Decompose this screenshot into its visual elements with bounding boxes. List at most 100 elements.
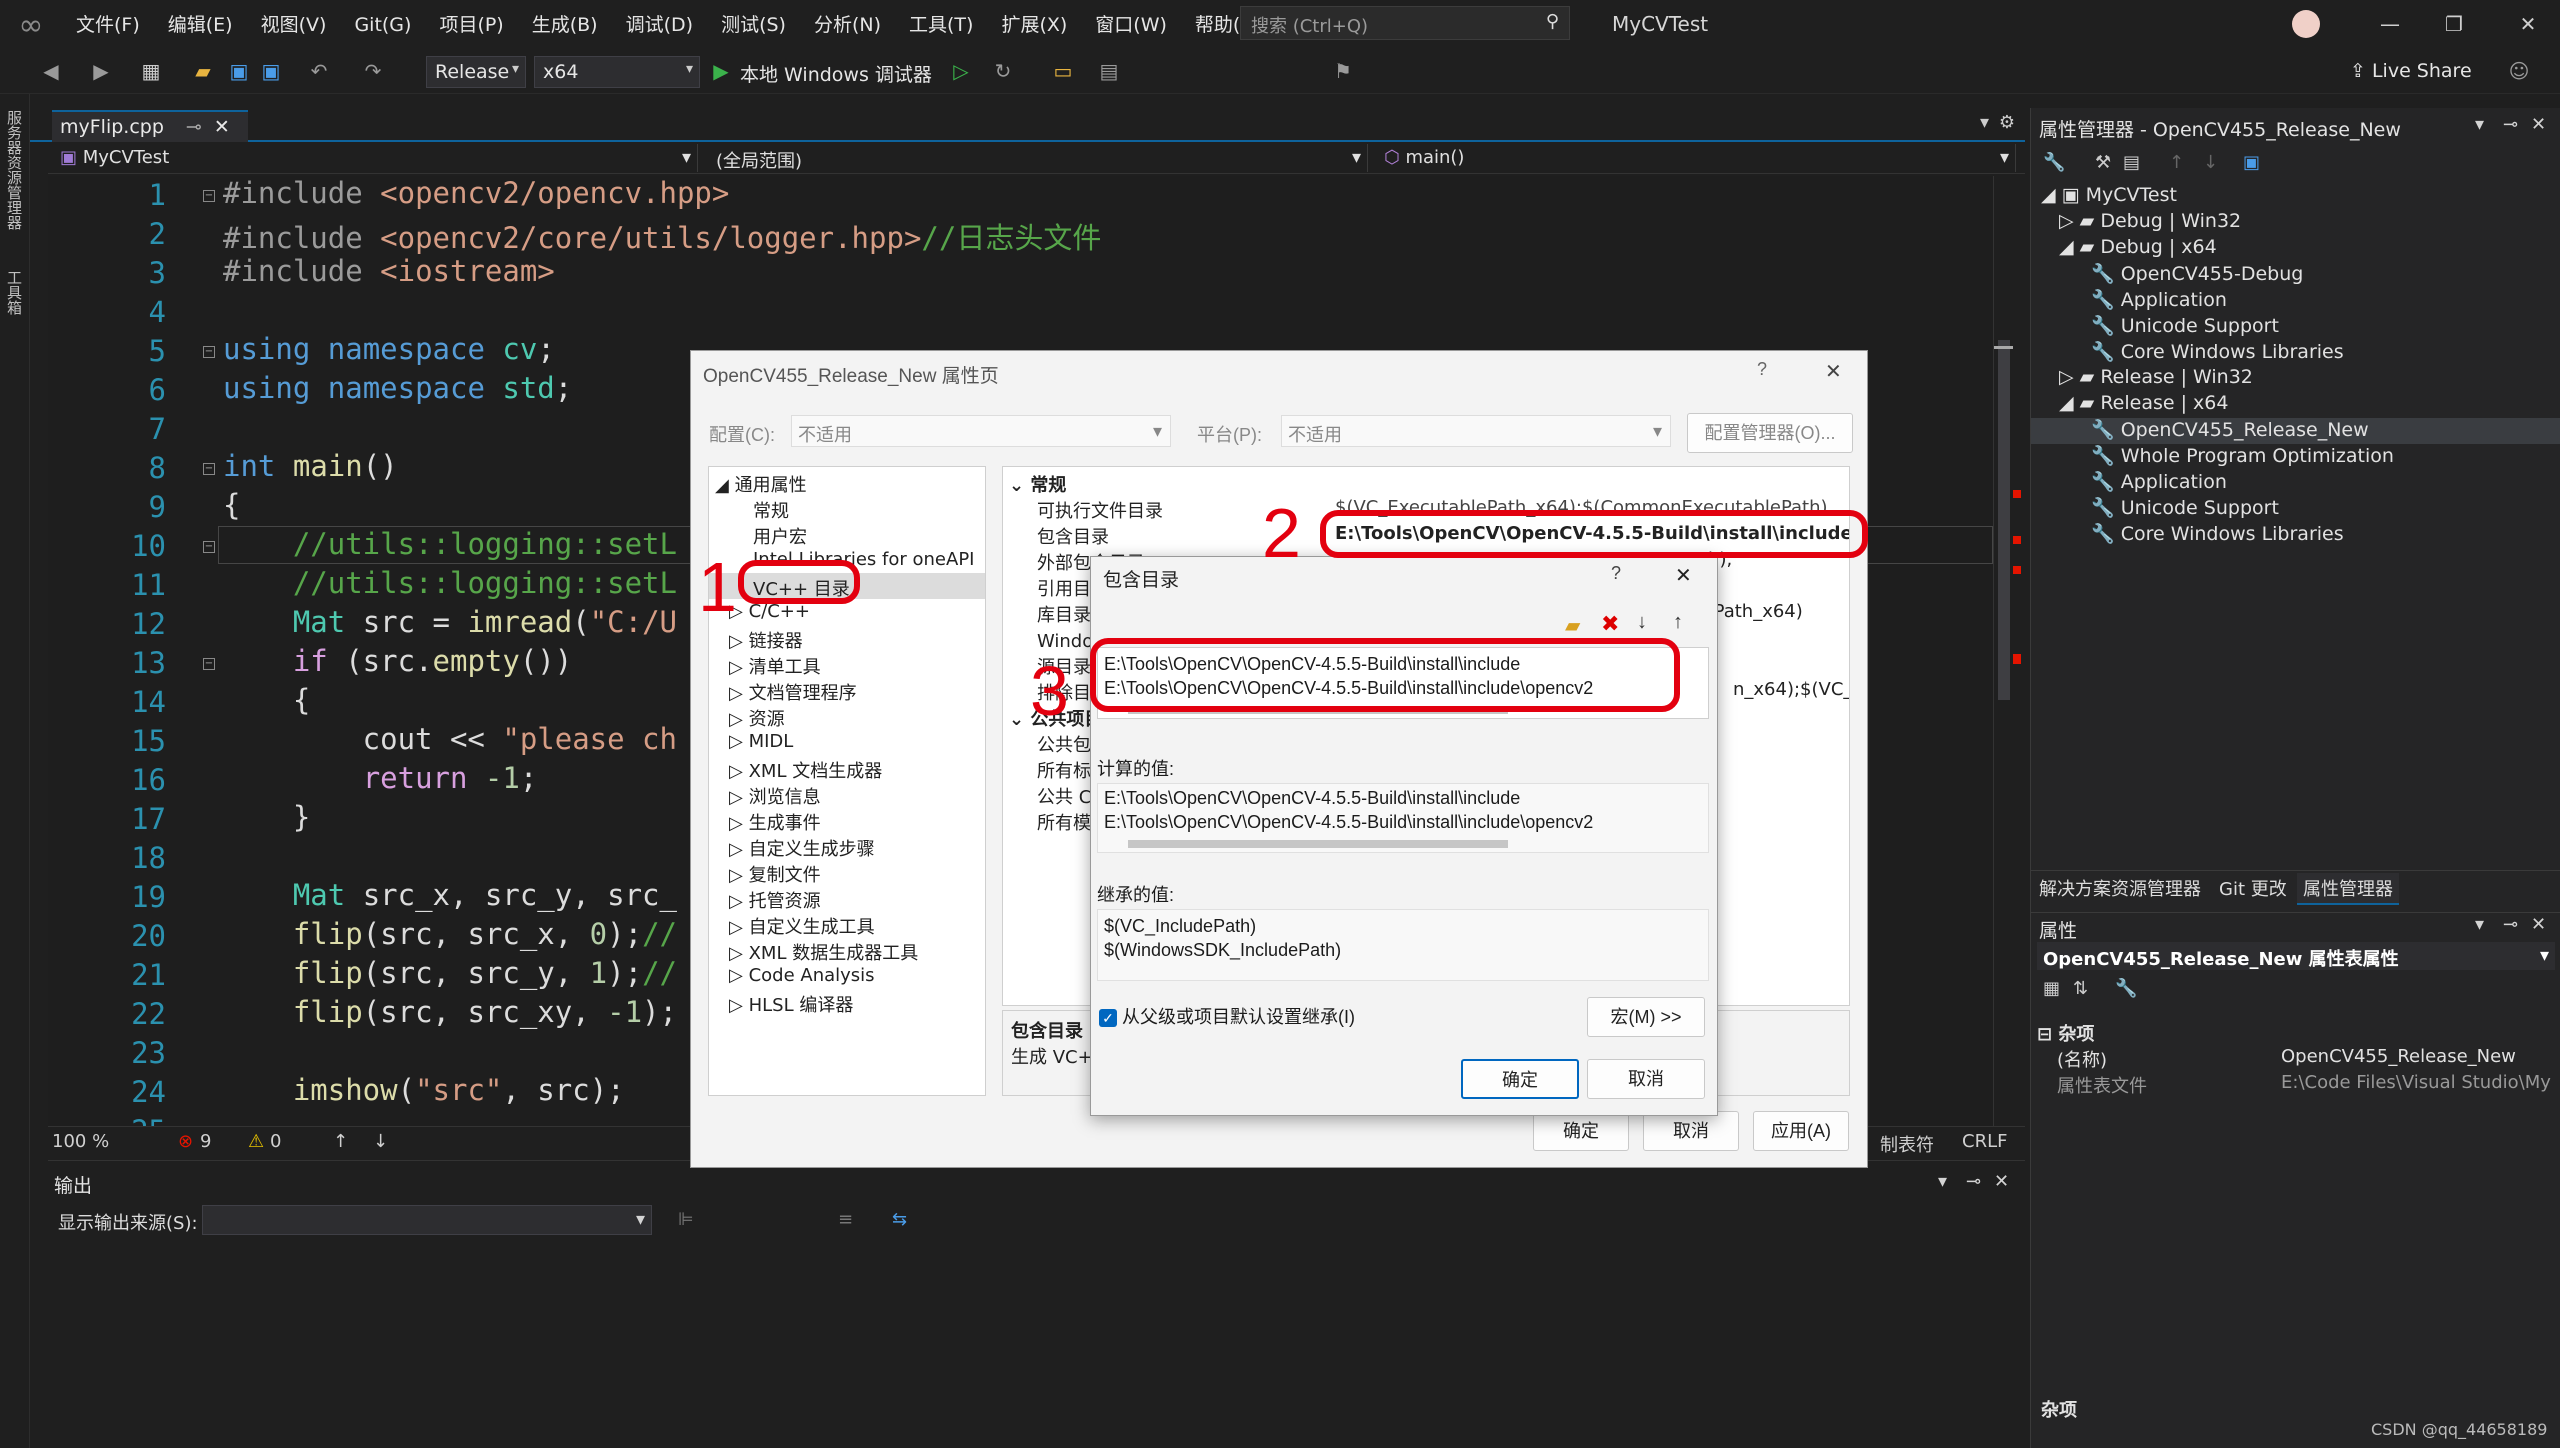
zoom-level[interactable]: 100 % bbox=[52, 1131, 109, 1152]
editor-scrollbar[interactable] bbox=[1993, 176, 2014, 1126]
undo-icon[interactable]: ↶ bbox=[306, 58, 332, 84]
macros-button[interactable]: 宏(M) >> bbox=[1587, 997, 1705, 1037]
move-up-icon[interactable]: ↑ bbox=[1673, 611, 1683, 634]
scrollbar-thumb[interactable] bbox=[1998, 340, 2010, 700]
tab-overflow-icon[interactable]: ▾ bbox=[1980, 112, 1989, 133]
move-up-icon[interactable]: ↑ bbox=[2169, 152, 2184, 173]
close-icon[interactable]: ✕ bbox=[1994, 1171, 2009, 1192]
ok-button[interactable]: 确定 bbox=[1533, 1111, 1629, 1151]
tree-item[interactable]: ▷ 复制文件 bbox=[729, 861, 821, 887]
open-folder-icon[interactable]: ▰ bbox=[190, 58, 216, 84]
menu-tools[interactable]: 工具(T) bbox=[895, 0, 987, 50]
output-source-select[interactable]: ▾ bbox=[202, 1205, 652, 1235]
tree-item[interactable]: 常规 bbox=[753, 497, 789, 523]
tab-myflip-cpp[interactable]: myFlip.cpp ⊸ ✕ bbox=[52, 110, 248, 142]
new-item-icon[interactable]: ▦ bbox=[138, 58, 164, 84]
toggle-wrap-icon[interactable]: ⇆ bbox=[892, 1209, 907, 1230]
tree-item[interactable]: ▷ 链接器 bbox=[729, 627, 803, 653]
tree-sheet[interactable]: 🔧 Unicode Support bbox=[2091, 314, 2279, 337]
avatar[interactable] bbox=[2292, 10, 2320, 38]
chevron-down-icon[interactable]: ▾ bbox=[1938, 1171, 1947, 1192]
tree-sheet[interactable]: 🔧 Application bbox=[2091, 288, 2227, 311]
pin-icon[interactable]: ⊸ bbox=[1966, 1171, 1981, 1192]
start-without-debug-icon[interactable]: ▷ bbox=[948, 58, 974, 84]
error-count[interactable]: 9 bbox=[200, 1131, 211, 1152]
help-icon[interactable]: ? bbox=[1611, 563, 1621, 584]
new-line-icon[interactable]: ▰ bbox=[1565, 613, 1580, 638]
tree-item[interactable]: ▷ HLSL 编译器 bbox=[729, 991, 853, 1017]
close-icon[interactable]: ✕ bbox=[2496, 0, 2560, 48]
alphabetical-icon[interactable]: ⇅ bbox=[2073, 978, 2088, 999]
tree-root[interactable]: ◢ 通用属性 bbox=[715, 471, 807, 497]
project-nav-select[interactable]: ▣ MyCVTest ▾ bbox=[52, 144, 698, 172]
close-icon[interactable]: ✕ bbox=[1675, 563, 1692, 588]
minimize-icon[interactable]: — bbox=[2358, 0, 2422, 48]
hot-reload-icon[interactable]: ↻ bbox=[990, 58, 1016, 84]
word-wrap-icon[interactable]: ≡ bbox=[838, 1209, 853, 1230]
menu-file[interactable]: 文件(F) bbox=[62, 0, 154, 50]
platform-dropdown[interactable]: 不适用 ▾ bbox=[1281, 415, 1671, 447]
tree-sheet-selected[interactable]: 🔧 OpenCV455_Release_New bbox=[2091, 418, 2369, 441]
tree-item[interactable]: ▷ XML 数据生成器工具 bbox=[729, 939, 918, 965]
save-all-icon[interactable]: ▣ bbox=[258, 58, 284, 84]
tree-config[interactable]: ▷ ▰ Release | Win32 bbox=[2059, 366, 2253, 388]
arrow-up-icon[interactable]: ↑ bbox=[333, 1131, 348, 1152]
include-ok-button[interactable]: 确定 bbox=[1461, 1059, 1579, 1099]
tab-property-manager[interactable]: 属性管理器 bbox=[2297, 873, 2399, 905]
forward-icon[interactable]: ▶ bbox=[88, 58, 114, 84]
close-icon[interactable]: ✕ bbox=[2531, 914, 2546, 935]
move-down-icon[interactable]: ↓ bbox=[1637, 611, 1647, 634]
bookmark-icon[interactable]: ⚑ bbox=[1330, 58, 1356, 84]
property-file-value[interactable]: E:\Code Files\Visual Studio\My bbox=[2281, 1072, 2559, 1093]
live-share-button[interactable]: ⇪ Live Share bbox=[2350, 60, 2472, 82]
tree-item[interactable]: ▷ C/C++ bbox=[729, 601, 810, 622]
cancel-button[interactable]: 取消 bbox=[1643, 1111, 1739, 1151]
config-dropdown[interactable]: 不适用 ▾ bbox=[791, 415, 1171, 447]
redo-icon[interactable]: ↷ bbox=[360, 58, 386, 84]
menu-build[interactable]: 生成(B) bbox=[518, 0, 612, 50]
tree-sheet[interactable]: 🔧 Core Windows Libraries bbox=[2091, 340, 2344, 363]
tree-project[interactable]: ◢ ▣ MyCVTest bbox=[2041, 184, 2177, 206]
tree-config[interactable]: ◢ ▰ Debug | x64 bbox=[2059, 236, 2217, 258]
include-cancel-button[interactable]: 取消 bbox=[1587, 1059, 1705, 1099]
server-explorer-tab[interactable]: 服务器资源管理器 bbox=[4, 110, 25, 230]
categorized-icon[interactable]: ▦ bbox=[2043, 978, 2060, 999]
chevron-down-icon[interactable]: ▾ bbox=[2475, 114, 2484, 135]
menu-analyze[interactable]: 分析(N) bbox=[800, 0, 895, 50]
menu-project[interactable]: 项目(P) bbox=[425, 0, 517, 50]
menu-git[interactable]: Git(G) bbox=[340, 0, 425, 50]
config-manager-button[interactable]: 配置管理器(O)... bbox=[1687, 413, 1853, 453]
debugger-button[interactable]: 本地 Windows 调试器 bbox=[740, 60, 932, 87]
fold-toggle[interactable]: − bbox=[203, 190, 215, 202]
toolbox-tab[interactable]: 工具箱 bbox=[4, 270, 25, 315]
inherit-checkbox[interactable]: ✓ 从父级或项目默认设置继承(I) bbox=[1099, 1003, 1355, 1029]
warning-count[interactable]: 0 bbox=[270, 1131, 281, 1152]
tab-mode[interactable]: 制表符 bbox=[1880, 1131, 1934, 1157]
menu-debug[interactable]: 调试(D) bbox=[612, 0, 707, 50]
tab-git-changes[interactable]: Git 更改 bbox=[2219, 875, 2287, 901]
gear-icon[interactable]: ⚙ bbox=[1999, 112, 2015, 133]
menu-test[interactable]: 测试(S) bbox=[707, 0, 800, 50]
wrench-icon[interactable]: 🔧 bbox=[2043, 152, 2065, 173]
tree-item[interactable]: ▷ 自定义生成步骤 bbox=[729, 835, 875, 861]
menu-window[interactable]: 窗口(W) bbox=[1081, 0, 1181, 50]
tree-sheet[interactable]: 🔧 OpenCV455-Debug bbox=[2091, 262, 2303, 285]
scope-nav-select[interactable]: (全局范围) ▾ bbox=[708, 144, 1368, 172]
add-existing-sheet-icon[interactable]: ▤ bbox=[2123, 152, 2140, 173]
tree-item[interactable]: ▷ 自定义生成工具 bbox=[729, 913, 875, 939]
menu-view[interactable]: 视图(V) bbox=[247, 0, 341, 50]
pin-icon[interactable]: ⊸ bbox=[2503, 914, 2518, 935]
add-property-sheet-icon[interactable]: ⚒ bbox=[2095, 152, 2111, 173]
property-pages-icon[interactable]: 🔧 bbox=[2115, 978, 2137, 999]
solution-folder-icon[interactable]: ▭ bbox=[1050, 58, 1076, 84]
tree-sheet[interactable]: 🔧 Application bbox=[2091, 470, 2227, 493]
fold-toggle[interactable]: − bbox=[203, 463, 215, 475]
tree-sheet[interactable]: 🔧 Core Windows Libraries bbox=[2091, 522, 2344, 545]
tree-item[interactable]: ▷ MIDL bbox=[729, 731, 793, 752]
horizontal-scrollbar[interactable] bbox=[1128, 840, 1508, 848]
line-ending[interactable]: CRLF bbox=[1962, 1131, 2007, 1152]
property-name-value[interactable]: OpenCV455_Release_New bbox=[2281, 1046, 2516, 1067]
pin-icon[interactable]: ⊸ bbox=[2503, 114, 2518, 135]
search-input[interactable]: 搜索 (Ctrl+Q) ⚲ bbox=[1240, 6, 1570, 40]
move-down-icon[interactable]: ↓ bbox=[2203, 152, 2218, 173]
